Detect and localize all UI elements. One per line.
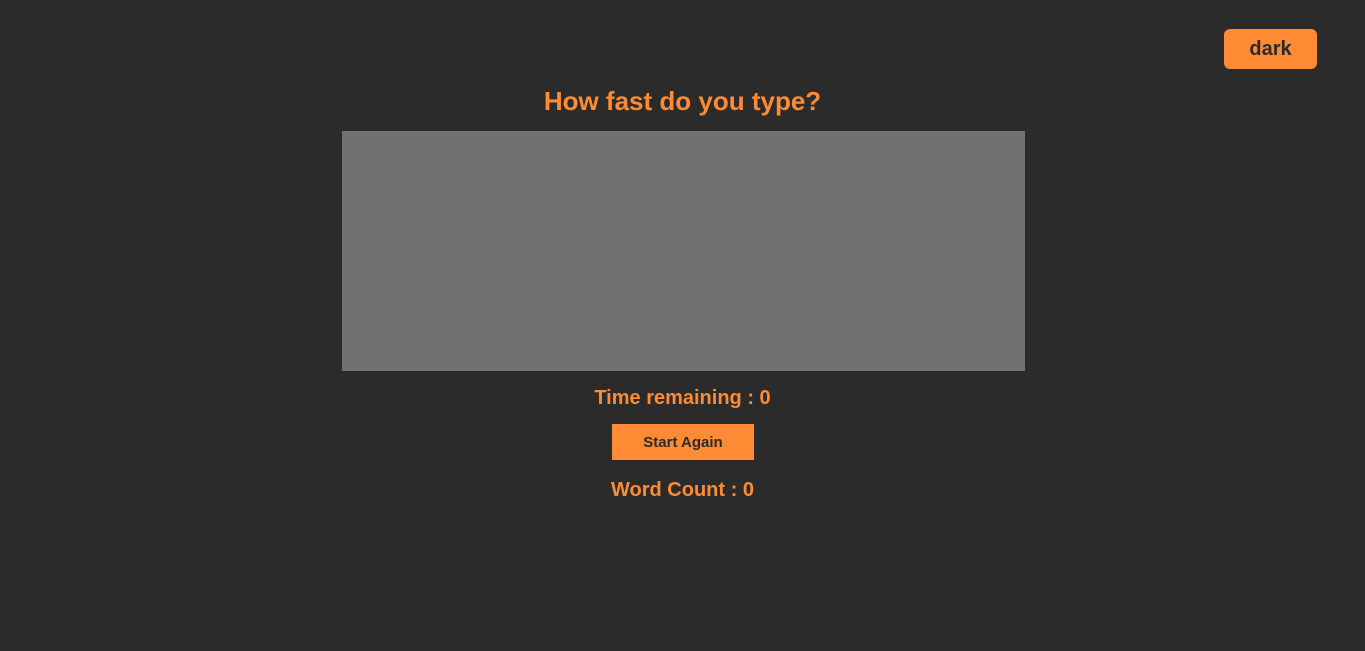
word-count-value: 0 bbox=[742, 479, 754, 501]
time-remaining-display: Time remaining : 0 bbox=[0, 386, 1365, 410]
time-remaining-value: 0 bbox=[759, 387, 771, 409]
word-count-label: Word Count : bbox=[611, 479, 743, 501]
start-again-button[interactable]: Start Again bbox=[612, 424, 754, 460]
word-count-display: Word Count : 0 bbox=[0, 478, 1365, 502]
typing-input-area[interactable] bbox=[342, 131, 1025, 371]
time-remaining-label: Time remaining : bbox=[594, 387, 760, 409]
theme-toggle-button[interactable]: dark bbox=[1224, 29, 1317, 69]
page-title: How fast do you type? bbox=[543, 86, 822, 116]
